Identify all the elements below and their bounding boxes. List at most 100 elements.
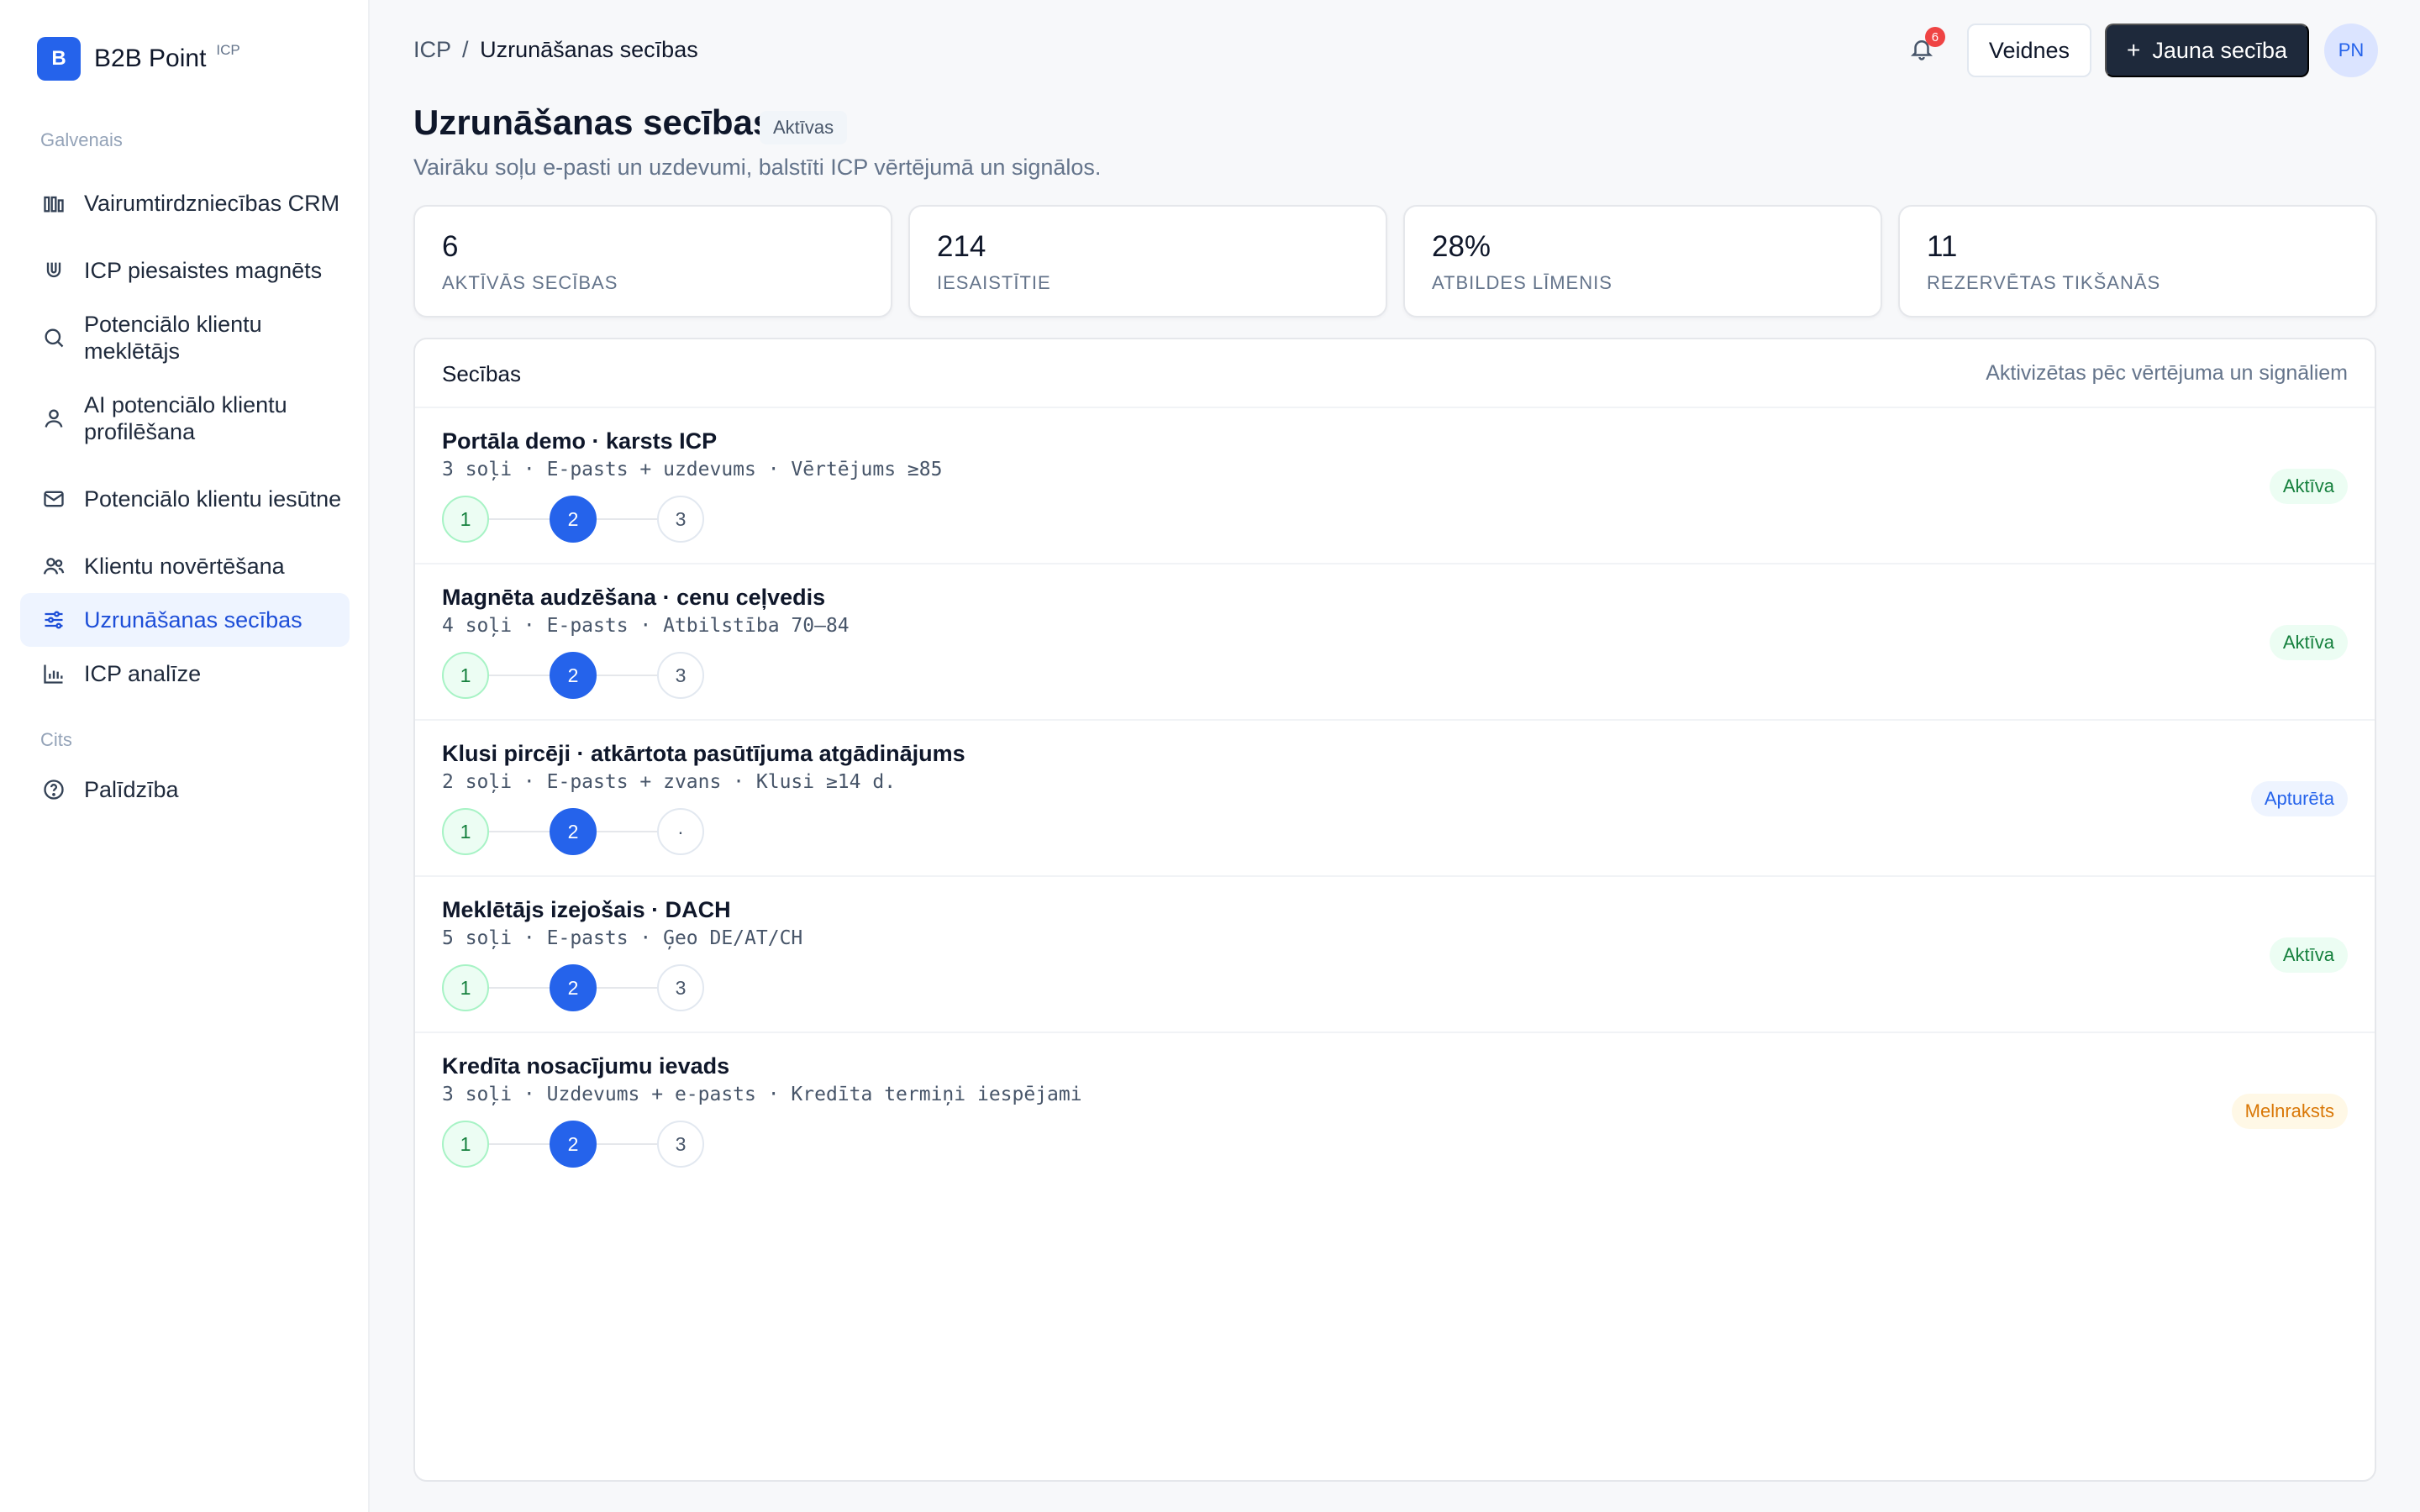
sequence-meta: 3 soļi · Uzdevums + e-pasts · Kredīta te…: [442, 1084, 1082, 1105]
sidebar-item-outreach-sequences[interactable]: Uzrunāšanas secības: [20, 593, 350, 647]
breadcrumb: ICP / Uzrunāšanas secības: [413, 37, 698, 63]
step-pending[interactable]: 3: [657, 1121, 704, 1168]
step-pending[interactable]: ·: [657, 808, 704, 855]
bar-chart-icon: [42, 192, 66, 215]
sidebar-item-lead-inbox[interactable]: Potenciālo klientu iesūtne: [20, 470, 350, 528]
step-done[interactable]: 1: [442, 964, 489, 1011]
step-connector: [489, 1143, 550, 1145]
stat-label: IESAISTĪTIE: [937, 272, 1051, 293]
sequence-row[interactable]: Portāla demo · karsts ICP 3 soļi · E-pas…: [415, 408, 2375, 564]
sequence-name: Portāla demo · karsts ICP: [442, 428, 718, 454]
step-pending[interactable]: 3: [657, 652, 704, 699]
step-done[interactable]: 1: [442, 808, 489, 855]
sequence-row[interactable]: Klusi pircēji · atkārtota pasūtījuma atg…: [415, 721, 2375, 877]
sidebar-item-label: ICP piesaistes magnēts: [84, 258, 323, 283]
sequence-meta: 2 soļi · E-pasts + zvans · Klusi ≥14 d.: [442, 771, 897, 793]
sidebar-item-label: ICP analīze: [84, 661, 202, 686]
page-title: Uzrunāšanas secības: [413, 102, 773, 142]
sequence-steps: 1 2 3: [442, 964, 704, 1011]
nav-section-main: Galvenais: [40, 129, 123, 150]
step-pending[interactable]: 3: [657, 964, 704, 1011]
step-connector: [489, 518, 550, 520]
step-connector: [489, 831, 550, 832]
sidebar-item-label: AI potenciālo klientu profilēšana: [84, 392, 287, 444]
sidebar-item-label: Potenciālo klientu iesūtne: [84, 486, 342, 512]
search-icon: [42, 326, 66, 349]
sidebar-item-icp-analysis[interactable]: ICP analīze: [20, 647, 350, 701]
sequence-row[interactable]: Meklētājs izejošais · DACH 5 soļi · E-pa…: [415, 877, 2375, 1033]
sequence-steps: 1 2 ·: [442, 808, 704, 855]
sequence-meta: 4 soļi · E-pasts · Atbilstība 70–84: [442, 615, 850, 637]
stat-card-meetings-booked: 11 REZERVĒTAS TIKŠANĀS: [1898, 205, 2377, 318]
sidebar-item-help[interactable]: Palīdzība: [20, 763, 350, 816]
step-connector: [597, 1143, 657, 1145]
sequence-name: Magnēta audzēšana · cenu ceļvedis: [442, 585, 826, 610]
brand-tag: ICP: [216, 42, 240, 58]
page-subtitle: Vairāku soļu e-pasti un uzdevumi, balstī…: [413, 155, 1102, 180]
topbar-actions: 6 Veidnes + Jauna secība PN: [1905, 24, 2378, 77]
sequence-status-badge: Aktīva: [2269, 469, 2348, 504]
breadcrumb-root[interactable]: ICP: [413, 37, 451, 62]
magnet-icon: [42, 259, 66, 282]
plus-icon: +: [2127, 37, 2141, 63]
step-connector: [597, 831, 657, 832]
sequence-row[interactable]: Kredīta nosacījumu ievads 3 soļi · Uzdev…: [415, 1033, 2375, 1189]
step-connector: [489, 675, 550, 676]
stat-label: AKTĪVĀS SECĪBAS: [442, 272, 618, 293]
sequence-status-badge: Apturēta: [2250, 781, 2348, 816]
step-current[interactable]: 2: [550, 652, 597, 699]
user-icon: [42, 407, 66, 430]
step-current[interactable]: 2: [550, 964, 597, 1011]
brand[interactable]: B B2B Point ICP: [37, 37, 240, 81]
sidebar-item-icp-magnet[interactable]: ICP piesaistes magnēts: [20, 244, 350, 297]
brand-name: B2B Point: [94, 45, 207, 72]
main-content: ICP / Uzrunāšanas secības 6 Veidnes + Ja…: [370, 0, 2420, 1512]
step-done[interactable]: 1: [442, 652, 489, 699]
step-current[interactable]: 2: [550, 808, 597, 855]
notification-count-badge: 6: [1924, 27, 1945, 47]
sidebar-item-lead-finder[interactable]: Potenciālo klientu meklētājs: [20, 309, 350, 366]
stat-card-reply-rate: 28% ATBILDES LĪMENIS: [1403, 205, 1882, 318]
panel-title: Secības: [442, 361, 521, 386]
sequence-status-badge: Aktīva: [2269, 937, 2348, 973]
stat-card-enrolled: 214 IESAISTĪTIE: [908, 205, 1387, 318]
chart-icon: [42, 662, 66, 685]
users-icon: [42, 554, 66, 578]
sidebar-item-label: Potenciālo klientu meklētājs: [84, 312, 262, 364]
sequence-steps: 1 2 3: [442, 652, 704, 699]
step-connector: [597, 987, 657, 989]
sidebar-item-label: Palīdzība: [84, 777, 179, 802]
stat-value: 11: [1927, 230, 1958, 263]
step-done[interactable]: 1: [442, 496, 489, 543]
sequence-row[interactable]: Magnēta audzēšana · cenu ceļvedis 4 soļi…: [415, 564, 2375, 721]
sequence-steps: 1 2 3: [442, 496, 704, 543]
brand-logo: B: [37, 37, 81, 81]
sidebar-item-ai-profiling[interactable]: AI potenciālo klientu profilēšana: [20, 390, 350, 447]
step-current[interactable]: 2: [550, 496, 597, 543]
sidebar-item-wholesale-crm[interactable]: Vairumtirdzniecības CRM: [20, 175, 350, 232]
sequences-panel: Secības Aktivizētas pēc vērtējuma un sig…: [413, 338, 2376, 1482]
stat-card-active-sequences: 6 AKTĪVĀS SECĪBAS: [413, 205, 892, 318]
stat-label: REZERVĒTAS TIKŠANĀS: [1927, 272, 2161, 293]
panel-note: Aktivizētas pēc vērtējuma un signāliem: [1986, 361, 2348, 385]
mail-icon: [42, 487, 66, 511]
new-sequence-button[interactable]: + Jauna secība: [2105, 24, 2309, 77]
sidebar-item-label: Uzrunāšanas secības: [84, 607, 302, 633]
step-current[interactable]: 2: [550, 1121, 597, 1168]
templates-button[interactable]: Veidnes: [1966, 24, 2092, 77]
avatar[interactable]: PN: [2324, 24, 2378, 77]
nav-section-other: Cits: [40, 729, 72, 750]
sidebar-item-client-scoring[interactable]: Klientu novērtēšana: [20, 539, 350, 593]
sidebar-item-label: Vairumtirdzniecības CRM: [84, 191, 340, 216]
panel-header: Secības Aktivizētas pēc vērtējuma un sig…: [415, 339, 2375, 408]
stat-value: 214: [937, 230, 986, 263]
stat-value: 28%: [1432, 230, 1491, 263]
step-connector: [489, 987, 550, 989]
step-pending[interactable]: 3: [657, 496, 704, 543]
notifications-button[interactable]: 6: [1905, 27, 1945, 67]
sliders-icon: [42, 608, 66, 632]
step-done[interactable]: 1: [442, 1121, 489, 1168]
stat-label: ATBILDES LĪMENIS: [1432, 272, 1612, 293]
sidebar: B B2B Point ICP Galvenais Vairumtirdznie…: [0, 0, 370, 1512]
new-sequence-label: Jauna secība: [2152, 37, 2287, 63]
